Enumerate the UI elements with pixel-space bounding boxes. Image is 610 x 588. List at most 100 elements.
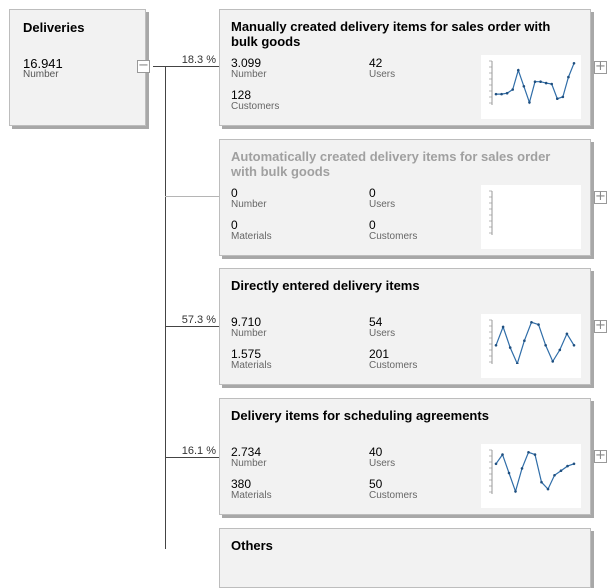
kpi-label: Number	[231, 199, 267, 210]
trend-point	[537, 323, 540, 326]
node-card-direct[interactable]: Directly entered delivery items 9.710 Nu…	[219, 268, 607, 385]
kpi-label: Materials	[231, 490, 272, 501]
trend-point	[494, 344, 498, 347]
sparkline-svg	[489, 190, 493, 235]
kpi-value: 42	[369, 56, 383, 70]
trend-point	[507, 471, 511, 475]
connector-branch-1	[165, 66, 219, 67]
trend-point	[553, 474, 556, 477]
kpi-label: Users	[369, 458, 396, 469]
kpi-value: 1.575	[231, 347, 262, 361]
trend-point	[511, 88, 515, 91]
trend-point	[501, 453, 504, 456]
trend-point	[561, 95, 565, 99]
trend-point	[533, 453, 537, 456]
node-card-scheduling[interactable]: Delivery items for scheduling agreements…	[219, 398, 607, 515]
trend-sparkline-chart	[481, 444, 581, 508]
kpi-label: Number	[231, 69, 267, 80]
kpi-label: Customers	[231, 101, 280, 112]
trend-point	[528, 101, 531, 104]
branch-percent-3: 57.3 %	[181, 314, 216, 326]
trend-point	[508, 346, 512, 349]
trend-point	[494, 462, 498, 466]
trend-point	[572, 62, 576, 65]
collapse-toggle-icon[interactable]: −	[137, 59, 150, 73]
kpi-label: Customers	[369, 490, 418, 501]
trend-point	[501, 325, 505, 329]
trend-point	[505, 91, 509, 95]
sparkline-svg	[489, 319, 576, 364]
trend-line	[495, 451, 575, 494]
kpi-label: Users	[369, 199, 396, 210]
trend-sparkline-chart	[481, 55, 581, 119]
connector-branch-3	[165, 326, 219, 327]
kpi-value: 128	[231, 88, 252, 102]
branch-percent-1: 18.3 %	[181, 54, 216, 66]
trend-point	[550, 82, 554, 86]
connector-trunk	[165, 66, 166, 549]
kpi-value: 0	[231, 218, 238, 232]
trend-point	[520, 467, 524, 470]
kpi-value: 2.734	[231, 445, 262, 459]
kpi-value: 0	[369, 218, 376, 232]
trend-point	[539, 80, 542, 83]
trend-point	[559, 469, 563, 472]
expand-toggle-icon[interactable]: +	[594, 449, 607, 463]
trend-point	[551, 360, 555, 363]
trend-point	[566, 464, 569, 468]
node-title: Manually created delivery items for sale…	[231, 19, 551, 49]
kpi-label: Number	[231, 328, 267, 339]
trend-point	[565, 332, 569, 336]
trend-point	[516, 68, 520, 72]
expand-toggle-icon[interactable]: +	[594, 319, 607, 333]
node-card-manual-bulk[interactable]: Manually created delivery items for sale…	[219, 9, 607, 126]
trend-sparkline-chart	[481, 185, 581, 249]
node-title: Delivery items for scheduling agreements	[231, 408, 489, 423]
expand-toggle-icon[interactable]: +	[594, 60, 607, 74]
trend-point	[555, 97, 559, 101]
trend-point	[527, 451, 530, 454]
root-node-label: Number	[23, 69, 59, 80]
trend-point	[540, 480, 543, 484]
expand-toggle-icon[interactable]: +	[594, 190, 607, 204]
trend-point	[544, 344, 547, 347]
kpi-label: Materials	[231, 360, 272, 371]
trend-point	[546, 487, 550, 491]
kpi-value: 3.099	[231, 56, 262, 70]
kpi-value: 9.710	[231, 315, 262, 329]
trend-point	[514, 490, 517, 493]
node-card-others[interactable]: Others	[219, 528, 591, 588]
node-title: Automatically created delivery items for…	[231, 149, 551, 179]
kpi-label: Users	[369, 328, 396, 339]
kpi-label: Number	[231, 458, 267, 469]
sparkline-svg	[489, 449, 576, 494]
node-title: Directly entered delivery items	[231, 278, 420, 293]
node-title: Others	[231, 538, 273, 553]
kpi-label: Users	[369, 69, 396, 80]
root-node-title: Deliveries	[23, 20, 85, 35]
kpi-label: Materials	[231, 231, 272, 242]
kpi-value: 201	[369, 347, 390, 361]
sparkline-svg	[489, 60, 576, 105]
root-node-card[interactable]: Deliveries 16.941 Number −	[9, 9, 150, 126]
trend-point	[522, 85, 526, 88]
kpi-value: 50	[369, 477, 383, 491]
trend-line	[495, 321, 575, 364]
trend-point	[567, 75, 570, 79]
node-card-auto-bulk[interactable]: Automatically created delivery items for…	[219, 139, 607, 256]
trend-point	[523, 339, 526, 342]
trend-point	[530, 321, 533, 324]
kpi-value: 380	[231, 477, 252, 491]
kpi-value: 0	[231, 186, 238, 200]
connector-branch-2	[165, 196, 219, 197]
kpi-value: 0	[369, 186, 376, 200]
kpi-label: Customers	[369, 360, 418, 371]
kpi-value: 54	[369, 315, 383, 329]
kpi-label: Customers	[369, 231, 418, 242]
trend-point	[572, 462, 576, 466]
connector-branch-4	[165, 457, 219, 458]
kpi-value: 40	[369, 445, 383, 459]
trend-point	[494, 92, 498, 96]
trend-point	[500, 92, 503, 96]
trend-point	[533, 80, 537, 83]
